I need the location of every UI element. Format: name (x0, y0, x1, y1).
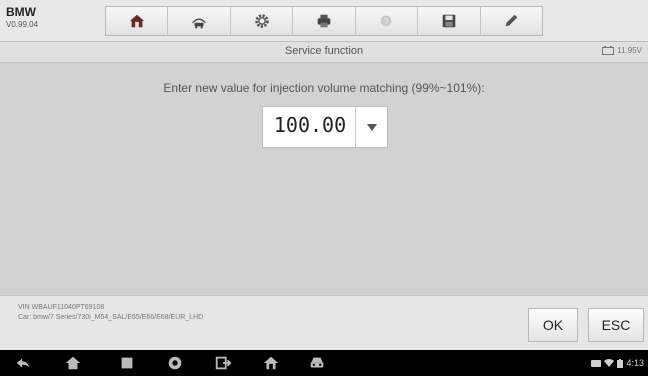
battery-voltage-value: 11.95V (617, 46, 642, 55)
dropdown-arrow-icon (367, 124, 377, 131)
brand-block: BMW V0.99.04 (6, 5, 76, 30)
save-button[interactable] (418, 7, 481, 35)
vin-text: VIN WBAUF11040PT69108 (18, 304, 105, 311)
wifi-icon (604, 359, 615, 367)
diag-home-icon (263, 356, 279, 370)
top-toolbar-bar: BMW V0.99.04 ? (0, 0, 648, 42)
svg-text:?: ? (384, 17, 389, 26)
battery-status-icon (617, 358, 624, 368)
diag-home-nav-button[interactable] (262, 354, 280, 372)
clock-time: 4:13 (626, 358, 644, 368)
print-icon (317, 14, 331, 28)
input-prompt: Enter new value for injection volume mat… (163, 81, 485, 95)
title-bar: Service function 11.95V (0, 42, 648, 63)
vehicle-swap-icon (192, 18, 206, 29)
system-status: 4:13 (591, 358, 644, 368)
keyboard-icon (591, 359, 602, 367)
home-button[interactable] (106, 7, 169, 35)
injection-volume-value[interactable]: 100.00 (267, 113, 353, 137)
toolbar: ? (105, 6, 543, 36)
recent-apps-nav-button[interactable] (118, 354, 136, 372)
camera-icon (168, 356, 182, 370)
help-icon: ? (380, 15, 392, 27)
android-nav-bar: 4:13 (0, 350, 648, 376)
car-path-text: Car: bmw/7 Series/730i_M54_SAL/E65/E66/E… (18, 314, 204, 321)
edit-pen-icon (505, 14, 518, 27)
recent-apps-icon (121, 357, 133, 369)
vci-connect-icon (215, 356, 232, 370)
ok-button[interactable]: OK (528, 308, 578, 342)
page-title: Service function (284, 45, 364, 57)
software-version: V0.99.04 (6, 20, 39, 29)
save-icon (442, 14, 456, 28)
print-button[interactable] (293, 7, 356, 35)
brand-name: BMW (6, 5, 36, 19)
vci-nav-button[interactable] (214, 354, 232, 372)
home-icon (129, 14, 144, 28)
help-button[interactable]: ? (356, 7, 419, 35)
back-nav-button[interactable] (14, 354, 32, 372)
battery-voltage: 11.95V (602, 46, 642, 55)
edit-button[interactable] (481, 7, 542, 35)
settings-gear-icon (254, 14, 269, 28)
home-nav-button[interactable] (64, 354, 82, 372)
esc-button[interactable]: ESC (588, 308, 644, 342)
screenshot-nav-button[interactable] (166, 354, 184, 372)
home-nav-icon (65, 356, 81, 370)
vehicle-swap-button[interactable] (168, 7, 231, 35)
vehicle-info-bar: VIN WBAUF11040PT69108 Car: bmw/7 Series/… (0, 295, 648, 350)
car-icon (310, 357, 324, 368)
injection-volume-selector[interactable]: 100.00 (262, 106, 388, 148)
battery-icon (602, 46, 615, 55)
back-icon (16, 358, 30, 368)
settings-button[interactable] (231, 7, 294, 35)
vehicle-nav-button[interactable] (308, 354, 326, 372)
main-content: Enter new value for injection volume mat… (0, 63, 648, 295)
value-dropdown-button[interactable] (355, 107, 388, 147)
